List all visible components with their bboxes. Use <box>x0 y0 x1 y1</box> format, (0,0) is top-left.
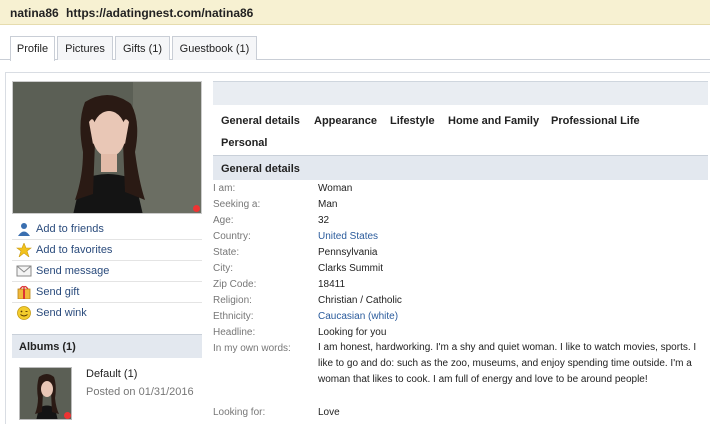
detail-label: State: <box>213 247 240 258</box>
send-wink-label: Send wink <box>36 307 87 319</box>
tab-profile[interactable]: Profile <box>10 36 55 61</box>
section-link-personal[interactable]: Personal <box>221 137 267 149</box>
detail-value: Man <box>318 199 338 210</box>
album-date: Posted on 01/31/2016 <box>86 386 194 398</box>
person-icon <box>18 223 30 236</box>
detail-label: Religion: <box>213 295 252 306</box>
smiley-icon <box>17 306 31 320</box>
top-bar: natina86 https://adatingnest.com/natina8… <box>0 0 710 25</box>
add-to-friends-label: Add to friends <box>36 223 104 235</box>
detail-label: Looking for: <box>213 407 266 418</box>
detail-value: Woman <box>318 183 353 194</box>
detail-value: 18411 <box>318 279 346 290</box>
add-to-friends-button[interactable]: Add to friends <box>12 219 202 240</box>
detail-value-about: I am honest, hardworking. I'm a shy and … <box>318 342 697 385</box>
detail-value: Pennsylvania <box>318 247 378 258</box>
detail-value: 32 <box>318 215 330 226</box>
section-link-lifestyle[interactable]: Lifestyle <box>390 115 435 127</box>
detail-value: Christian / Catholic <box>318 295 402 306</box>
profile-tabs: Profile Pictures Gifts (1) Guestbook (1) <box>0 36 710 61</box>
detail-label: In my own words: <box>213 343 291 354</box>
detail-label: Age: <box>213 215 234 226</box>
album-thumbnail[interactable] <box>19 367 72 420</box>
tab-gifts[interactable]: Gifts (1) <box>115 36 170 60</box>
tab-guestbook[interactable]: Guestbook (1) <box>172 36 257 60</box>
detail-label: City: <box>213 263 233 274</box>
section-link-general-details[interactable]: General details <box>221 115 300 127</box>
country-link[interactable]: United States <box>318 231 378 242</box>
albums-header: Albums (1) <box>12 334 202 358</box>
details-top-band <box>213 81 708 105</box>
send-gift-button[interactable]: Send gift <box>12 282 202 303</box>
album-heart-icon <box>64 412 71 419</box>
detail-value: Love <box>318 407 340 418</box>
gift-icon <box>17 285 31 299</box>
general-details-title: General details <box>221 163 300 175</box>
envelope-icon <box>16 265 32 277</box>
heart-icon <box>193 205 200 212</box>
ethnicity-link[interactable]: Caucasian (white) <box>318 311 398 322</box>
section-link-professional-life[interactable]: Professional Life <box>551 115 640 127</box>
album-name[interactable]: Default (1) <box>86 368 137 380</box>
add-to-favorites-label: Add to favorites <box>36 244 113 256</box>
send-message-button[interactable]: Send message <box>12 261 202 282</box>
detail-label: Ethnicity: <box>213 311 254 322</box>
section-link-appearance[interactable]: Appearance <box>314 115 377 127</box>
send-message-label: Send message <box>36 265 110 277</box>
section-link-home-and-family[interactable]: Home and Family <box>448 115 539 127</box>
general-details-header: General details <box>213 155 708 180</box>
detail-label: Headline: <box>213 327 256 338</box>
send-wink-button[interactable]: Send wink <box>12 303 202 324</box>
detail-label: Country: <box>213 231 251 242</box>
send-gift-label: Send gift <box>36 286 80 298</box>
star-icon <box>16 243 32 257</box>
profile-photo[interactable] <box>12 81 202 214</box>
tab-pictures[interactable]: Pictures <box>57 36 113 60</box>
profile-url[interactable]: https://adatingnest.com/natina86 <box>66 6 253 20</box>
add-to-favorites-button[interactable]: Add to favorites <box>12 240 202 261</box>
albums-title: Albums (1) <box>19 341 76 353</box>
detail-label: Seeking a: <box>213 199 261 210</box>
detail-value: Looking for you <box>318 327 387 338</box>
detail-label: Zip Code: <box>213 279 257 290</box>
profile-username: natina86 <box>10 6 59 20</box>
detail-label: I am: <box>213 183 236 194</box>
detail-value: Clarks Summit <box>318 263 384 274</box>
